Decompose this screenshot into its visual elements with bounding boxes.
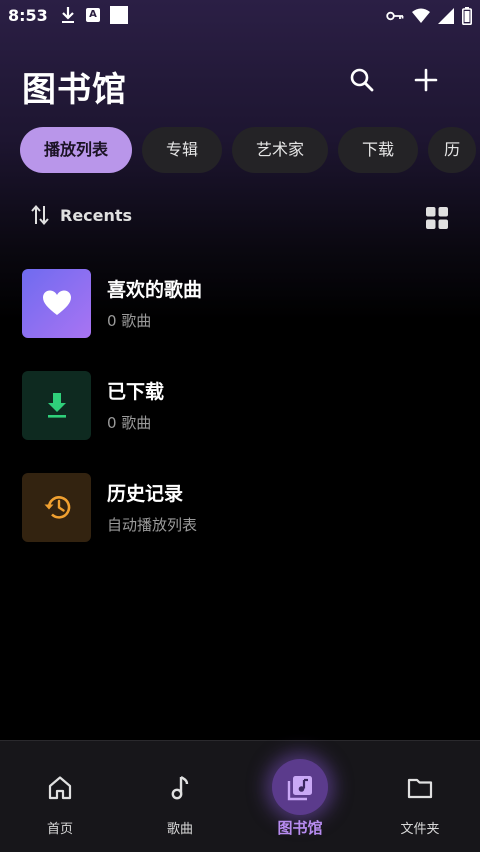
nav-label: 图书馆 <box>277 819 323 837</box>
page-title: 图书馆 <box>22 70 127 110</box>
library-list: 喜欢的歌曲 0 歌曲 已下载 0 歌曲 历史记录 自动播放列表 <box>22 268 462 574</box>
list-item-history[interactable]: 历史记录 自动播放列表 <box>22 472 462 542</box>
chip-downloads[interactable]: 下载 <box>338 127 419 173</box>
history-icon <box>44 496 70 519</box>
folder-icon <box>407 778 433 799</box>
nav-label: 首页 <box>46 822 73 837</box>
chip-playlists[interactable]: 播放列表 <box>20 127 133 173</box>
search-button[interactable] <box>346 64 378 96</box>
nav-folders[interactable]: 文件夹 <box>360 741 480 852</box>
nav-label: 歌曲 <box>166 822 193 837</box>
home-icon <box>48 776 72 800</box>
download-icon <box>62 7 74 23</box>
view-toggle-button[interactable] <box>424 205 450 231</box>
chip-history[interactable]: 历 <box>428 127 477 173</box>
chip-artists[interactable]: 艺术家 <box>232 127 329 173</box>
nav-label: 文件夹 <box>400 822 440 837</box>
add-button[interactable] <box>410 64 442 96</box>
item-subtitle: 0 歌曲 <box>107 312 152 330</box>
item-title: 已下载 <box>107 381 165 403</box>
list-item-liked-songs[interactable]: 喜欢的歌曲 0 歌曲 <box>22 268 462 338</box>
item-subtitle: 自动播放列表 <box>107 516 198 534</box>
status-right-icons <box>386 7 472 25</box>
item-title: 历史记录 <box>107 483 184 505</box>
nav-songs[interactable]: 歌曲 <box>120 741 240 852</box>
library-music-icon <box>287 776 312 801</box>
history-thumbnail <box>22 472 91 542</box>
white-square-icon <box>110 6 128 24</box>
download-icon <box>47 393 66 418</box>
app-a-icon: A <box>86 8 100 22</box>
key-icon <box>386 11 404 21</box>
wifi-icon <box>412 8 430 23</box>
downloaded-thumbnail <box>22 370 91 440</box>
item-subtitle: 0 歌曲 <box>107 414 152 432</box>
grid-view-icon <box>426 207 448 229</box>
list-item-downloaded[interactable]: 已下载 0 歌曲 <box>22 370 462 440</box>
bottom-navigation: 首页 歌曲 图书馆 文件夹 <box>0 740 480 852</box>
music-note-icon <box>171 775 189 800</box>
signal-icon <box>438 8 454 24</box>
chip-albums[interactable]: 专辑 <box>142 127 223 173</box>
item-title: 喜欢的歌曲 <box>107 279 203 301</box>
sort-arrows-icon <box>31 204 49 226</box>
status-left-icons: A <box>60 6 128 24</box>
heart-icon <box>42 290 71 315</box>
nav-home[interactable]: 首页 <box>0 741 120 852</box>
battery-icon <box>462 7 472 25</box>
filter-chips: 播放列表 专辑 艺术家 下载 历 <box>20 127 477 173</box>
sort-control[interactable]: Recents <box>30 204 132 226</box>
status-bar: 8:53 A <box>0 0 480 34</box>
sort-label: Recents <box>60 205 133 225</box>
plus-icon <box>414 68 438 92</box>
status-time: 8:53 <box>8 6 48 25</box>
search-icon <box>350 68 374 92</box>
liked-songs-thumbnail <box>22 268 91 338</box>
nav-library[interactable]: 图书馆 <box>240 741 360 852</box>
